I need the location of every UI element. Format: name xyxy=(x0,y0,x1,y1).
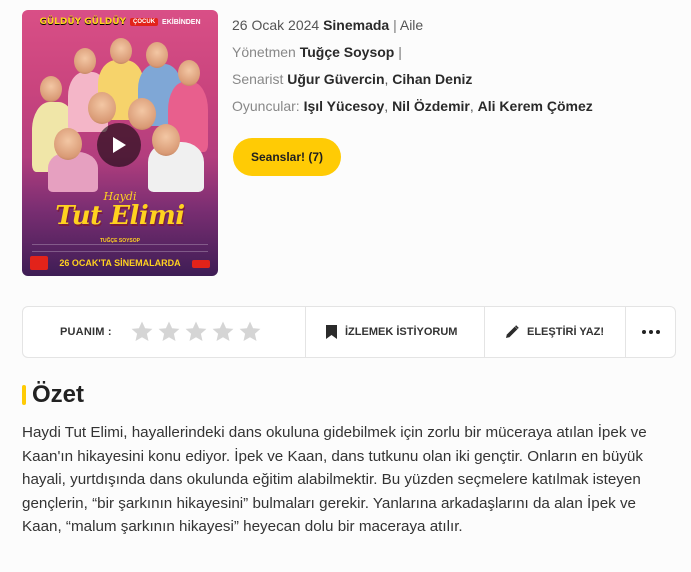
writer-name[interactable]: Cihan Deniz xyxy=(392,71,472,87)
cast-member[interactable]: Ali Kerem Çömez xyxy=(478,98,593,114)
accent-bar xyxy=(22,385,26,405)
writer-label: Senarist xyxy=(232,71,284,87)
poster-chip: ÇOCUK xyxy=(130,18,159,26)
summary-header: Özet xyxy=(22,380,84,410)
release-line: 26 Ocak 2024 Sinemada | Aile xyxy=(232,15,672,42)
action-bar: PUANIM : İZLEMEK İSTİYORUM ELEŞTİRİ YAZ! xyxy=(22,306,676,358)
comma: , xyxy=(384,98,389,114)
director-name[interactable]: Tuğçe Soysop xyxy=(300,44,395,60)
release-status[interactable]: Sinemada xyxy=(323,17,389,33)
poster-distributor-logo xyxy=(192,260,210,268)
poster-brand-bar: GÜLDÜY GÜLDÜY ÇOCUK EKİBİNDEN xyxy=(22,14,218,30)
director-label: Yönetmen xyxy=(232,44,296,60)
star-icon[interactable] xyxy=(238,320,262,344)
more-icon xyxy=(641,330,660,334)
director-line: Yönetmen Tuğçe Soysop | xyxy=(232,42,672,69)
star-icon[interactable] xyxy=(184,320,208,344)
poster-credits-block xyxy=(32,244,208,252)
release-date: 26 Ocak 2024 xyxy=(232,17,320,33)
writer-name[interactable]: Uğur Güvercin xyxy=(287,71,384,87)
cast-member[interactable]: Işıl Yücesoy xyxy=(304,98,385,114)
separator: | xyxy=(398,44,402,60)
poster-brand-suffix: EKİBİNDEN xyxy=(162,18,201,26)
summary-text: Haydi Tut Elimi, hayallerindeki dans oku… xyxy=(22,424,647,535)
genre[interactable]: Aile xyxy=(400,17,423,33)
star-icon[interactable] xyxy=(157,320,181,344)
cast-label: Oyuncular: xyxy=(232,98,300,114)
star-icon[interactable] xyxy=(211,320,235,344)
poster-title-big: Tut Elimi xyxy=(55,201,185,231)
sessions-button[interactable]: Seanslar! (7) xyxy=(233,138,341,176)
star-icon[interactable] xyxy=(130,320,154,344)
movie-info: 26 Ocak 2024 Sinemada | Aile Yönetmen Tu… xyxy=(232,15,672,123)
watchlist-button[interactable]: İZLEMEK İSTİYORUM xyxy=(305,307,484,357)
separator: | xyxy=(393,17,397,33)
cast-line: Oyuncular: Işıl Yücesoy, Nil Özdemir, Al… xyxy=(232,96,672,123)
comma: , xyxy=(469,98,474,114)
poster-release-banner: 26 OCAK'TA SİNEMALARDA xyxy=(59,258,181,268)
summary-title: Özet xyxy=(32,381,85,408)
poster-title: Haydi Tut Elimi xyxy=(22,190,218,229)
writer-line: Senarist Uğur Güvercin, Cihan Deniz xyxy=(232,69,672,96)
star-rating[interactable] xyxy=(130,320,262,344)
bookmark-icon xyxy=(326,325,337,339)
play-icon xyxy=(113,137,126,153)
write-review-label: ELEŞTİRİ YAZ! xyxy=(527,326,605,338)
play-trailer-button[interactable] xyxy=(97,123,141,167)
write-review-button[interactable]: ELEŞTİRİ YAZ! xyxy=(484,307,625,357)
rating-label: PUANIM : xyxy=(60,326,112,338)
poster-brand: GÜLDÜY GÜLDÜY xyxy=(39,17,127,27)
watchlist-label: İZLEMEK İSTİYORUM xyxy=(345,326,458,338)
cast-member[interactable]: Nil Özdemir xyxy=(392,98,470,114)
pencil-icon xyxy=(506,325,519,338)
more-options-button[interactable] xyxy=(625,307,675,357)
comma: , xyxy=(384,71,389,87)
rating-section: PUANIM : xyxy=(23,307,305,357)
